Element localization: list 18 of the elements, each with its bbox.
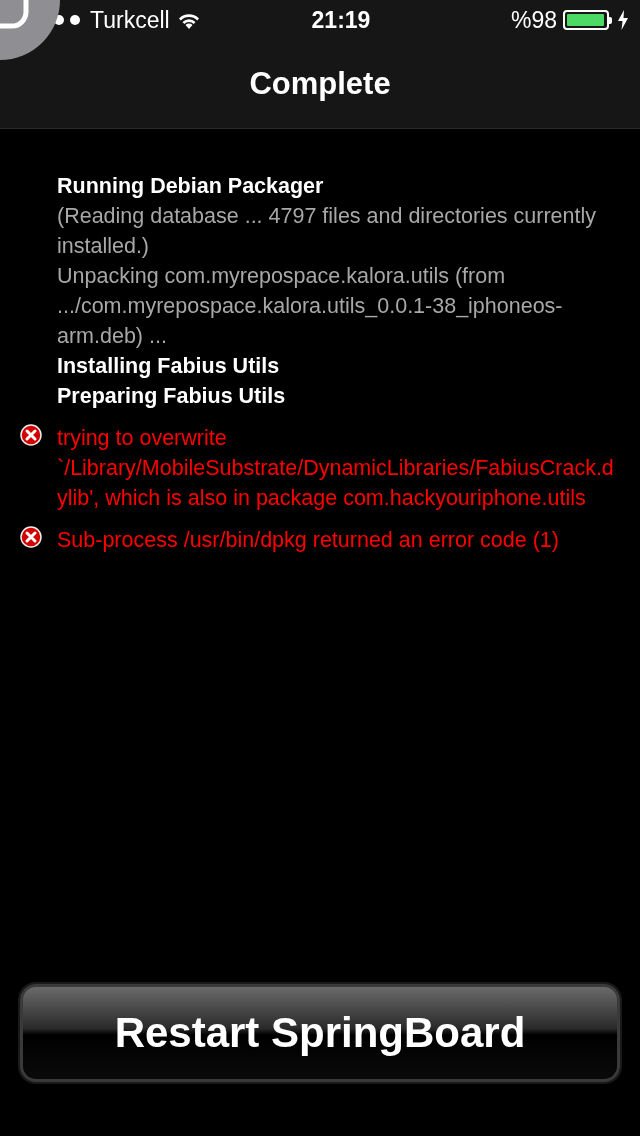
nav-title: Complete — [249, 66, 391, 102]
error-message: trying to overwrite `/Library/MobileSubstrate/DynamicLibraries/FabiusCrack.dylib', which is also in package com.hackyouriphone.utils — [57, 425, 615, 512]
error-icon — [20, 424, 42, 446]
log-message: (Reading database ... 4797 files and directories currently installed.) — [57, 203, 597, 260]
battery-icon — [563, 10, 612, 30]
log-heading: Installing Fabius Utils — [57, 353, 280, 380]
error-message: Sub-process /usr/bin/dpkg returned an error code (1) — [57, 527, 559, 554]
assistive-touch-icon[interactable] — [0, 0, 60, 60]
battery-percent: %98 — [510, 6, 557, 34]
signal-icon — [54, 14, 82, 26]
restart-springboard-button[interactable]: Restart SpringBoard — [20, 984, 620, 1082]
error-icon — [20, 526, 42, 548]
wifi-icon — [177, 11, 200, 29]
log-message: Unpacking com.myrepospace.kalora.utils (from .../com.myrepospace.kalora.utils_0.0.1-38_iphoneos-arm.deb) ... — [57, 263, 564, 350]
log-heading: Preparing Fabius Utils — [57, 383, 286, 410]
carrier-name: Turkcell — [90, 6, 170, 34]
log-heading: Running Debian Packager — [57, 173, 324, 200]
clock-time: 21:19 — [311, 6, 371, 34]
